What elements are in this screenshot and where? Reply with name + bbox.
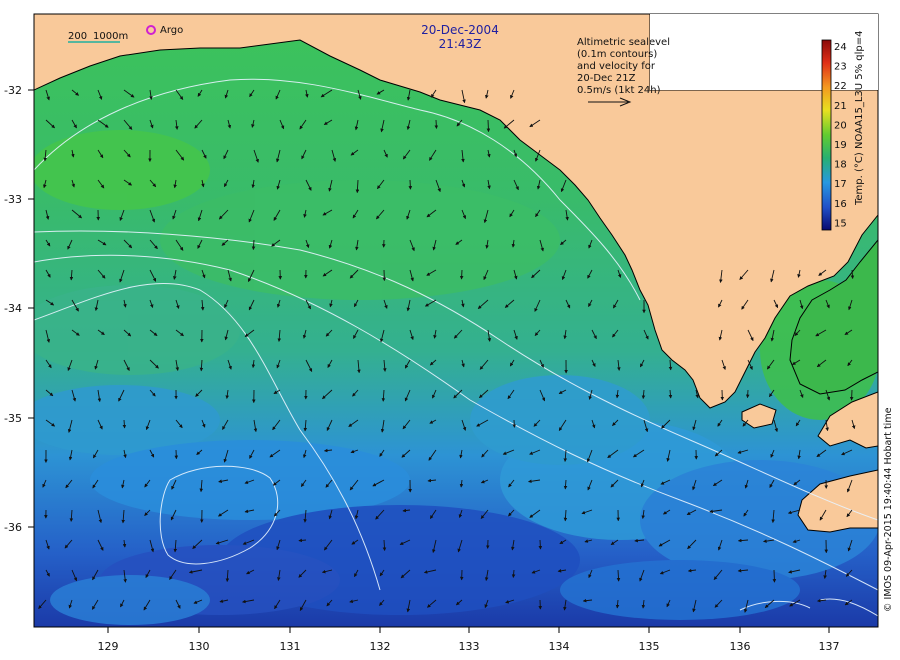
x-axis-tick-label: 135 xyxy=(639,640,660,653)
y-axis-tick-label: -34 xyxy=(4,302,22,315)
x-axis-tick-label: 131 xyxy=(280,640,301,653)
scale-bar: 200 1000m xyxy=(68,31,128,43)
credit-text: © IMOS 09-Apr-2015 19:40:44 Hobart time xyxy=(883,407,894,612)
annotation-line-1: Altimetric sealevel xyxy=(577,37,670,48)
scale-bar-short-label: 200 xyxy=(68,31,87,42)
y-axis-tick-label: -35 xyxy=(4,412,22,425)
x-axis-ticks: 129 130 131 132 133 134 135 136 137 xyxy=(98,627,840,653)
colorbar-tick-label: 24 xyxy=(834,42,847,53)
annotation-line-4: 20-Dec 21Z xyxy=(577,73,636,84)
annotation-line-2: (0.1m contours) xyxy=(577,49,657,60)
header-date: 20-Dec-2004 xyxy=(421,23,499,37)
colorbar-tick-label: 17 xyxy=(834,179,847,190)
colorbar-tick-label: 15 xyxy=(834,218,847,229)
x-axis-tick-label: 137 xyxy=(819,640,840,653)
y-axis-tick-label: -36 xyxy=(4,521,22,534)
colorbar-tick-label: 19 xyxy=(834,140,847,151)
y-axis-tick-label: -33 xyxy=(4,193,22,206)
header-time: 21:43Z xyxy=(439,37,482,51)
colorbar-tick-label: 22 xyxy=(834,81,847,92)
x-axis-tick-label: 132 xyxy=(370,640,391,653)
velocity-arrow xyxy=(486,119,491,133)
x-axis-tick-label: 136 xyxy=(730,640,751,653)
colorbar-ramp xyxy=(821,39,832,231)
velocity-arrow xyxy=(298,538,307,543)
colorbar-tick-label: 21 xyxy=(834,101,847,112)
annotation-line-3: and velocity for xyxy=(577,61,656,72)
y-axis-ticks: -32 -33 -34 -35 -36 xyxy=(4,84,34,534)
colorbar-tick-label: 16 xyxy=(834,199,847,210)
colorbar-title: Temp. (°C) NOAA15_L3U 5% qlp=4 xyxy=(854,30,865,206)
sst-map-figure: 200 1000m Argo 20-Dec-2004 21:43Z Altime… xyxy=(4,13,894,653)
y-axis-tick-label: -32 xyxy=(4,84,22,97)
velocity-arrow xyxy=(122,419,127,429)
scale-bar-long-label: 1000m xyxy=(93,31,128,42)
x-axis-tick-label: 133 xyxy=(459,640,480,653)
plot-area xyxy=(34,14,878,627)
argo-label: Argo xyxy=(160,25,183,36)
x-axis-tick-label: 130 xyxy=(189,640,210,653)
annotation-line-5: 0.5m/s (1kt 24h) xyxy=(577,85,661,96)
colorbar-tick-label: 18 xyxy=(834,160,847,171)
colorbar-tick-label: 23 xyxy=(834,62,847,73)
x-axis-tick-label: 134 xyxy=(549,640,570,653)
x-axis-tick-label: 129 xyxy=(98,640,119,653)
colorbar-tick-label: 20 xyxy=(834,120,847,131)
